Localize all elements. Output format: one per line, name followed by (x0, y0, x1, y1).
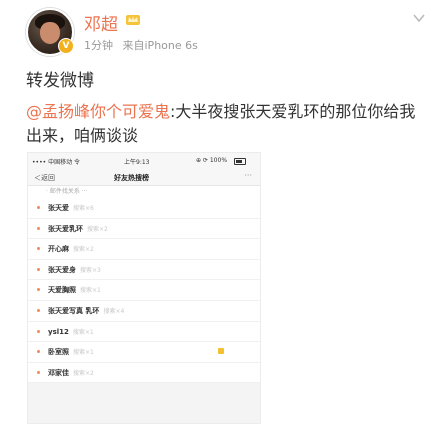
item-name: 邓家佳 搜索×2 (48, 368, 94, 377)
item-name: 张天爱乳环 搜索×2 (48, 224, 108, 233)
crown-icon (126, 15, 140, 25)
list-item: ysl12 搜索×1 (28, 321, 260, 343)
post-source: 来自iPhone 6s (122, 39, 198, 52)
item-name: 张天爱写真 乳环 搜索×4 (48, 306, 125, 315)
chevron-down-icon[interactable] (413, 12, 425, 24)
list-item: 天爱胸照 搜索×1 (28, 280, 260, 301)
bullet-icon (37, 267, 40, 271)
bullet-icon (37, 350, 40, 354)
carrier-text: •••• 中国移动 令 (32, 159, 80, 166)
item-name: 卧室照 搜索×1 (48, 348, 94, 357)
list-item: 卧室照 搜索×1 (28, 342, 260, 363)
author-name[interactable]: 邓超 (84, 10, 118, 35)
list-item: 张天爱身 搜索×3 (28, 259, 260, 281)
item-name: 天爱胸照 搜索×1 (48, 286, 101, 295)
post-time: 1分钟 (84, 39, 113, 52)
list-item: 开心麻 搜索×2 (28, 239, 260, 260)
avatar-face (40, 22, 60, 44)
mention-link[interactable]: @孟扬峰你个可爱鬼 (26, 102, 170, 121)
post-body: @孟扬峰你个可爱鬼:大半夜搜张天爱乳环的那位你给我出来，咱俩谈谈 (26, 100, 426, 148)
nav-title: 好友热搜榜 (114, 174, 149, 182)
post-meta: 1分钟 来自iPhone 6s (84, 37, 198, 53)
bullet-icon (37, 206, 40, 209)
item-name: 开心麻 搜索×2 (48, 245, 94, 254)
clock-text: 上午9:13 (124, 159, 150, 166)
list-item: 张天爱写真 乳环 搜索×4 (28, 300, 260, 322)
list-item: 张天爱乳环 搜索×2 (28, 218, 260, 240)
tag-icon (218, 348, 224, 355)
battery-icon (234, 158, 246, 165)
bullet-icon (37, 288, 40, 292)
verified-badge-icon: V (58, 38, 74, 54)
bullet-icon (37, 247, 40, 251)
bullet-icon (37, 329, 40, 333)
item-name: 张天爱身 搜索×3 (48, 265, 101, 274)
list-item: 张天爱 搜索×6 (28, 198, 260, 219)
more-icon: ··· (244, 171, 252, 180)
bullet-icon (37, 226, 40, 230)
phone-status-bar: •••• 中国移动 令 上午9:13 ⊕ ⟳ 100% (28, 153, 260, 169)
back-button: ＜返回 (34, 174, 55, 182)
item-name: 张天爱 搜索×6 (48, 204, 94, 212)
bullet-icon (37, 308, 40, 312)
search-hint: · 邮件找关系 ··· (28, 186, 260, 198)
list-item: 邓家佳 搜索×2 (28, 362, 260, 384)
attached-screenshot[interactable]: •••• 中国移动 令 上午9:13 ⊕ ⟳ 100% ＜返回 好友热搜榜 ··… (27, 152, 261, 424)
status-right-text: ⊕ ⟳ 100% (196, 157, 228, 164)
item-name: ysl12 搜索×1 (48, 327, 94, 336)
phone-nav-bar: ＜返回 好友热搜榜 ··· (28, 169, 260, 186)
repost-title: 转发微博 (26, 71, 94, 91)
bullet-icon (37, 370, 40, 374)
